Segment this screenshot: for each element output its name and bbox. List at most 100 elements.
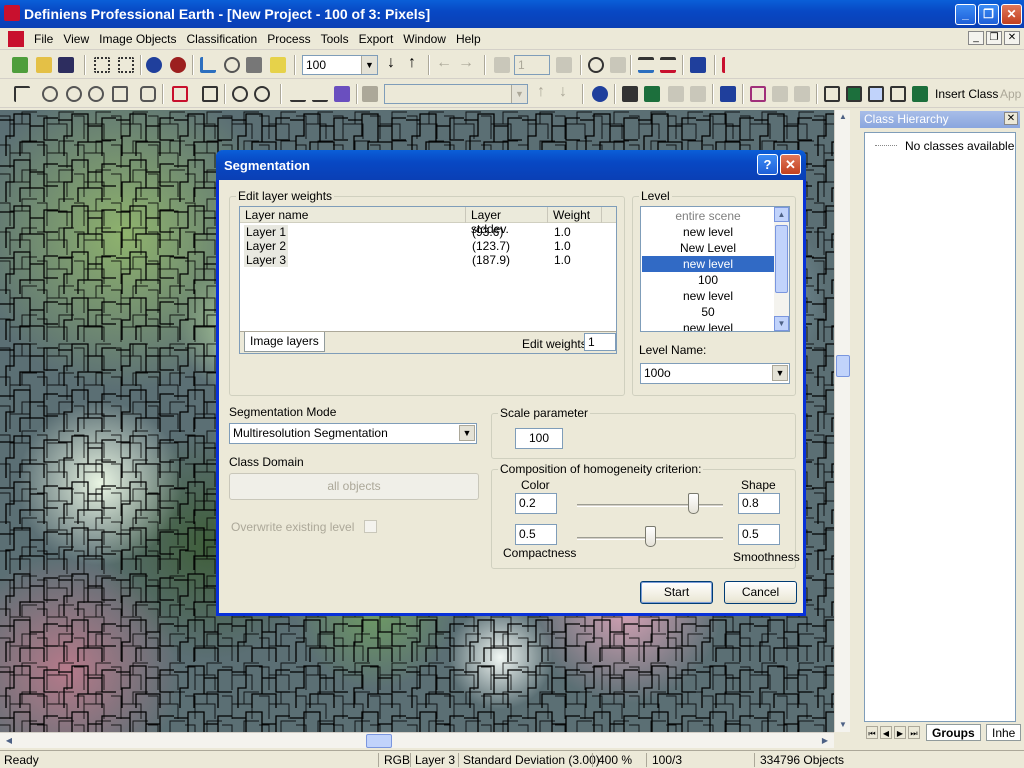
split-icon[interactable] (312, 86, 328, 102)
window-split-icon[interactable] (846, 86, 862, 102)
table-row[interactable]: Layer 3 (187.9) 1.0 (240, 253, 616, 267)
smoothness-slider-thumb[interactable] (644, 526, 656, 547)
scroll-up-icon[interactable]: ▲ (836, 110, 850, 124)
edit-icon[interactable] (270, 57, 286, 73)
chevron-down-icon[interactable]: ▼ (772, 365, 788, 381)
ruler-icon[interactable] (200, 57, 216, 73)
new-project-icon[interactable] (12, 57, 28, 73)
help-button[interactable]: ? (757, 154, 778, 175)
menu-file[interactable]: File (34, 32, 53, 46)
class-icon[interactable] (912, 86, 928, 102)
table-row[interactable]: Layer 1 (93.6) 1.0 (240, 225, 616, 239)
disabled-up-icon[interactable]: ↑ (537, 83, 545, 101)
globe-icon[interactable] (592, 86, 608, 102)
window-grid-icon[interactable] (868, 86, 884, 102)
menu-tools[interactable]: Tools (321, 32, 349, 46)
tab-image-layers[interactable]: Image layers (244, 332, 325, 352)
info-red-icon[interactable] (170, 57, 186, 73)
view-outline-icon[interactable] (690, 86, 706, 102)
menu-help[interactable]: Help (456, 32, 481, 46)
zoom-combo[interactable]: 100 ▼ (302, 55, 378, 75)
edit-weights-input[interactable]: 1 (584, 333, 616, 351)
level-item[interactable]: 100 (642, 272, 774, 288)
minimize-button[interactable]: _ (955, 4, 976, 25)
column-weight[interactable]: Weight (548, 207, 602, 223)
view-samples-icon[interactable] (668, 86, 684, 102)
mdi-restore-button[interactable]: ❐ (986, 31, 1002, 45)
image-horizontal-scrollbar[interactable]: ◀ ▶ (0, 732, 834, 748)
app-label[interactable]: App (1000, 87, 1021, 101)
chevron-down-icon[interactable]: ▼ (361, 56, 377, 74)
scale-parameter-input[interactable]: 100 (515, 428, 563, 449)
prev-tab-icon[interactable]: ◀ (880, 726, 892, 739)
arrow-up-icon[interactable]: ↑ (408, 54, 416, 72)
scroll-thumb[interactable] (775, 225, 788, 293)
document-icon[interactable] (8, 31, 24, 47)
level-spinner[interactable]: 1 (514, 55, 550, 75)
disabled-view-icon[interactable] (794, 86, 810, 102)
level-item[interactable]: new level (642, 320, 774, 331)
delete-list-icon[interactable] (722, 57, 738, 73)
list-remove-icon[interactable] (660, 57, 676, 73)
class-hierarchy-tree[interactable]: No classes available (864, 132, 1016, 722)
column-layer-name[interactable]: Layer name (240, 207, 466, 223)
level-scrollbar[interactable]: ▲ ▼ (774, 207, 789, 331)
level-item[interactable]: New Level (642, 240, 774, 256)
window-single-icon[interactable] (824, 86, 840, 102)
merge-icon[interactable] (290, 86, 306, 102)
next-tab-icon[interactable]: ▶ (894, 726, 906, 739)
level-item[interactable]: new level (642, 224, 774, 240)
save-icon[interactable] (58, 57, 74, 73)
scroll-thumb[interactable] (836, 355, 850, 377)
level-name-combo[interactable]: 100o ▼ (640, 363, 790, 384)
zoom-out-icon[interactable] (254, 86, 270, 102)
remove-select-icon[interactable] (88, 86, 104, 102)
window-side-icon[interactable] (890, 86, 906, 102)
view-layers-icon[interactable] (622, 86, 638, 102)
chevron-down-icon[interactable]: ▼ (459, 425, 475, 441)
image-vertical-scrollbar[interactable]: ▲ ▼ (834, 110, 850, 732)
hand-icon[interactable] (140, 86, 156, 102)
level-listbox[interactable]: entire scene new level New Level new lev… (640, 206, 790, 332)
scroll-down-icon[interactable]: ▼ (836, 718, 850, 732)
level-icon[interactable] (494, 57, 510, 73)
insert-class-button[interactable]: Insert Class (935, 87, 998, 101)
skeleton-icon[interactable] (772, 86, 788, 102)
info-icon[interactable] (146, 57, 162, 73)
shape-slider-thumb[interactable] (688, 493, 700, 514)
zoom-in-icon[interactable] (232, 86, 248, 102)
chevron-down-icon[interactable]: ▼ (511, 85, 527, 103)
user-select-icon[interactable] (112, 86, 128, 102)
level-item-entire-scene[interactable]: entire scene (642, 208, 774, 224)
table-row[interactable]: Layer 2 (123.7) 1.0 (240, 239, 616, 253)
shape-slider-track[interactable] (577, 504, 723, 507)
segmentation-mode-combo[interactable]: Multiresolution Segmentation ▼ (229, 423, 477, 444)
dialog-close-button[interactable]: ✕ (780, 154, 801, 175)
close-button[interactable]: ✕ (1001, 4, 1022, 25)
polygon-icon[interactable] (750, 86, 766, 102)
scroll-left-icon[interactable]: ◀ (2, 734, 16, 748)
scroll-up-icon[interactable]: ▲ (774, 207, 789, 222)
cancel-button[interactable]: Cancel (724, 581, 797, 604)
level-item-selected[interactable]: new level (641, 255, 775, 273)
start-button[interactable]: Start (640, 581, 713, 604)
menu-export[interactable]: Export (359, 32, 394, 46)
view-classification-icon[interactable] (644, 86, 660, 102)
scroll-right-icon[interactable]: ▶ (818, 734, 832, 748)
mdi-close-button[interactable]: ✕ (1004, 31, 1020, 45)
classify-icon[interactable] (334, 86, 350, 102)
last-tab-icon[interactable]: ⏭ (908, 726, 920, 739)
level-nav-icon[interactable] (556, 57, 572, 73)
monitor-icon[interactable] (690, 57, 706, 73)
disabled-tool-icon[interactable] (610, 57, 626, 73)
maximize-button[interactable]: ❐ (978, 4, 999, 25)
menu-window[interactable]: Window (403, 32, 446, 46)
tab-groups[interactable]: Groups (926, 724, 981, 741)
shape-input[interactable]: 0.8 (738, 493, 780, 514)
rectangle-zoom-icon[interactable] (172, 86, 188, 102)
open-folder-icon[interactable] (36, 57, 52, 73)
arrow-down-icon[interactable]: ↓ (387, 54, 395, 72)
menu-view[interactable]: View (63, 32, 89, 46)
all-objects-button[interactable]: all objects (229, 473, 479, 500)
select-icon[interactable] (42, 86, 58, 102)
